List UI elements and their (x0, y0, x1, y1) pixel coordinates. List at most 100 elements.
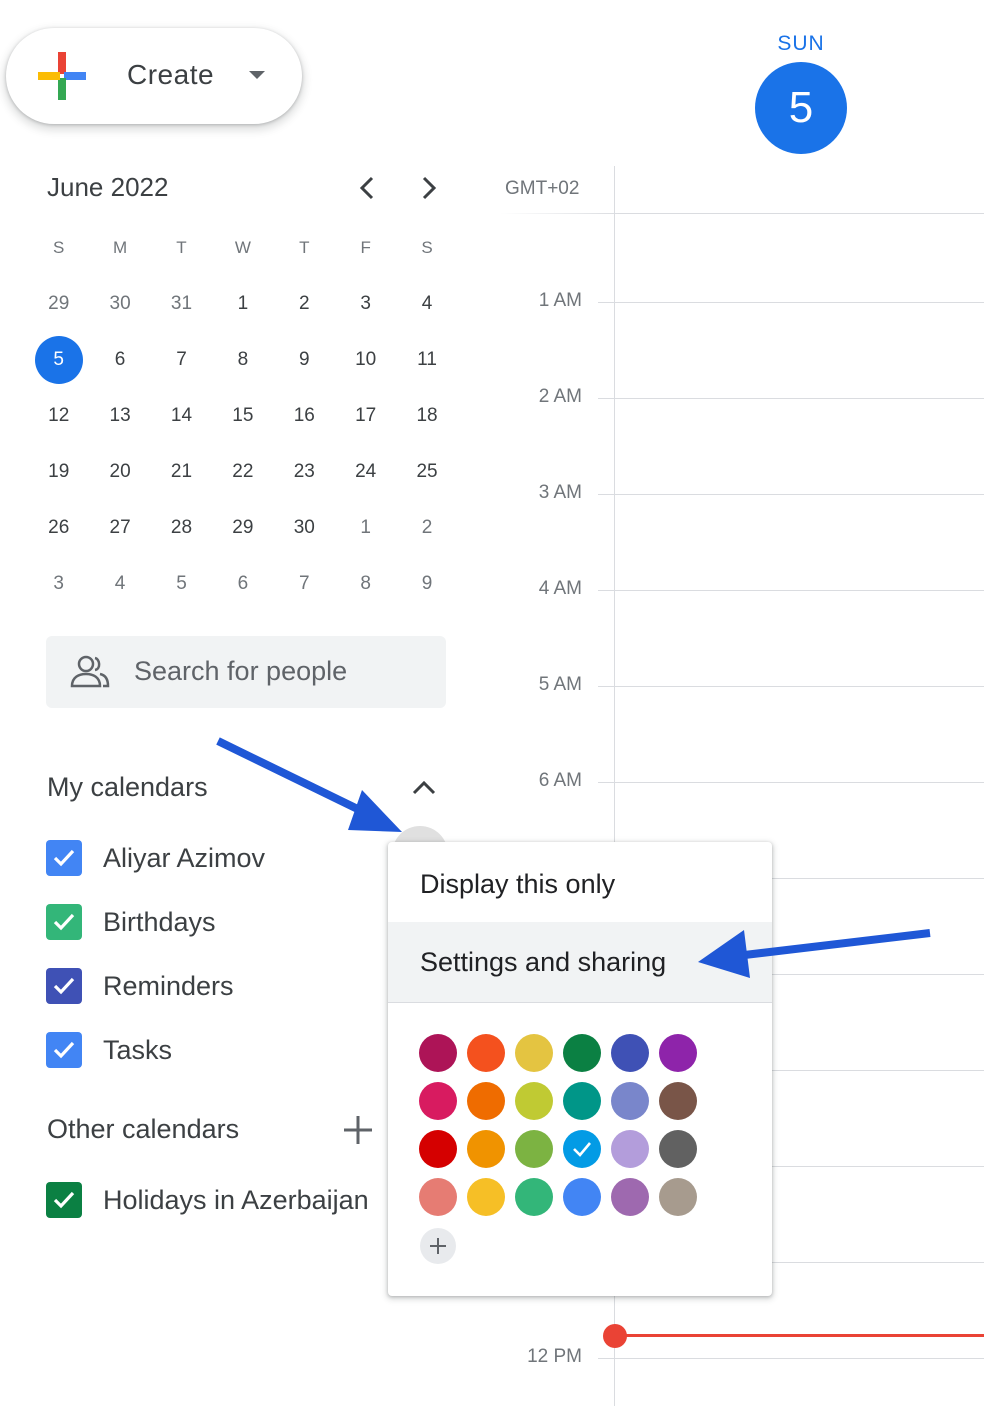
day-cell[interactable]: 5 (151, 556, 212, 612)
day-cell[interactable]: 17 (335, 388, 396, 444)
calendar-checkbox[interactable] (46, 840, 82, 876)
color-swatch[interactable] (515, 1178, 553, 1216)
color-swatch[interactable] (659, 1034, 697, 1072)
color-swatch[interactable] (659, 1082, 697, 1120)
day-cell[interactable]: 2 (274, 276, 335, 332)
day-cell[interactable]: 3 (335, 276, 396, 332)
calendar-checkbox[interactable] (46, 968, 82, 1004)
day-cell[interactable]: 23 (274, 444, 335, 500)
day-number: 26 (48, 517, 70, 538)
day-cell[interactable]: 7 (151, 332, 212, 388)
color-swatch[interactable] (563, 1034, 601, 1072)
day-number: 5 (176, 573, 187, 594)
day-cell[interactable]: 31 (151, 276, 212, 332)
day-cell[interactable]: 22 (212, 444, 273, 500)
my-calendars-title[interactable]: My calendars (47, 772, 208, 803)
add-calendar-icon[interactable] (340, 1112, 376, 1148)
day-cell[interactable]: 2 (396, 500, 457, 556)
day-cell[interactable]: 8 (212, 332, 273, 388)
calendar-checkbox[interactable] (46, 1182, 82, 1218)
day-cell[interactable]: 9 (396, 556, 457, 612)
day-number: 14 (170, 405, 193, 426)
day-cell[interactable]: 4 (89, 556, 150, 612)
color-swatch[interactable] (611, 1082, 649, 1120)
day-cell[interactable]: 27 (89, 500, 150, 556)
day-number: 30 (293, 517, 315, 538)
color-swatch[interactable] (563, 1082, 601, 1120)
day-number[interactable]: 5 (755, 62, 847, 154)
color-swatch[interactable] (515, 1082, 553, 1120)
calendar-item[interactable]: Birthdays (46, 902, 216, 942)
create-button[interactable]: Create (6, 28, 302, 124)
day-cell[interactable]: 21 (151, 444, 212, 500)
day-cell[interactable]: 28 (151, 500, 212, 556)
calendar-item[interactable]: Holidays in Azerbaijan (46, 1180, 369, 1220)
day-cell[interactable]: 19 (28, 444, 89, 500)
day-cell[interactable]: 1 (335, 500, 396, 556)
day-cell[interactable]: 11 (396, 332, 457, 388)
color-swatch[interactable] (419, 1034, 457, 1072)
day-cell[interactable]: 4 (396, 276, 457, 332)
day-cell[interactable]: 30 (89, 276, 150, 332)
color-swatch-selected[interactable] (563, 1130, 601, 1168)
day-number: 2 (421, 517, 433, 538)
day-cell[interactable]: 16 (274, 388, 335, 444)
color-swatch[interactable] (659, 1130, 697, 1168)
hour-label: 6 AM (538, 770, 582, 791)
day-cell[interactable]: 3 (28, 556, 89, 612)
day-cell[interactable]: 13 (89, 388, 150, 444)
day-cell[interactable]: 6 (89, 332, 150, 388)
color-swatch[interactable] (467, 1082, 505, 1120)
color-swatch[interactable] (467, 1130, 505, 1168)
weekday-header-row: SMTWTFS (28, 220, 458, 276)
color-swatch[interactable] (611, 1130, 649, 1168)
color-swatch[interactable] (419, 1178, 457, 1216)
other-calendars-title[interactable]: Other calendars (47, 1114, 239, 1145)
display-this-only-item[interactable]: Display this only (388, 844, 772, 924)
color-swatch[interactable] (467, 1178, 505, 1216)
color-swatch[interactable] (419, 1082, 457, 1120)
color-swatch[interactable] (659, 1178, 697, 1216)
chevron-up-icon[interactable] (408, 772, 440, 804)
day-cell[interactable]: 20 (89, 444, 150, 500)
calendar-checkbox[interactable] (46, 1032, 82, 1068)
day-cell[interactable]: 9 (274, 332, 335, 388)
color-swatch[interactable] (515, 1034, 553, 1072)
color-swatch[interactable] (611, 1034, 649, 1072)
color-swatch[interactable] (563, 1178, 601, 1216)
calendar-checkbox[interactable] (46, 904, 82, 940)
day-cell[interactable]: 18 (396, 388, 457, 444)
day-cell[interactable]: 10 (335, 332, 396, 388)
day-cell-today[interactable]: 5 (28, 332, 89, 388)
day-cell[interactable]: 7 (274, 556, 335, 612)
calendar-item[interactable]: Aliyar Azimov (46, 838, 265, 878)
color-swatch[interactable] (611, 1178, 649, 1216)
color-swatch[interactable] (419, 1130, 457, 1168)
day-cell[interactable]: 14 (151, 388, 212, 444)
calendar-item[interactable]: Reminders (46, 966, 234, 1006)
day-cell[interactable]: 25 (396, 444, 457, 500)
day-number: 29 (232, 517, 254, 538)
day-number: 15 (232, 405, 254, 426)
day-cell[interactable]: 12 (28, 388, 89, 444)
color-swatch[interactable] (515, 1130, 553, 1168)
day-cell[interactable]: 26 (28, 500, 89, 556)
day-cell[interactable]: 30 (274, 500, 335, 556)
calendar-item[interactable]: Tasks (46, 1030, 172, 1070)
day-cell[interactable]: 29 (28, 276, 89, 332)
hour-label: 3 AM (538, 482, 582, 503)
add-custom-color-button[interactable] (420, 1228, 456, 1264)
chevron-left-icon (359, 176, 374, 200)
day-cell[interactable]: 1 (212, 276, 273, 332)
search-people-input[interactable]: Search for people (46, 636, 446, 708)
day-cell[interactable]: 6 (212, 556, 273, 612)
day-cell[interactable]: 15 (212, 388, 273, 444)
next-month-button[interactable] (408, 168, 448, 208)
hour-label: 4 AM (538, 578, 582, 599)
day-cell[interactable]: 8 (335, 556, 396, 612)
color-swatch[interactable] (467, 1034, 505, 1072)
day-cell[interactable]: 29 (212, 500, 273, 556)
previous-month-button[interactable] (348, 168, 388, 208)
settings-and-sharing-item[interactable]: Settings and sharing (388, 922, 772, 1002)
day-cell[interactable]: 24 (335, 444, 396, 500)
